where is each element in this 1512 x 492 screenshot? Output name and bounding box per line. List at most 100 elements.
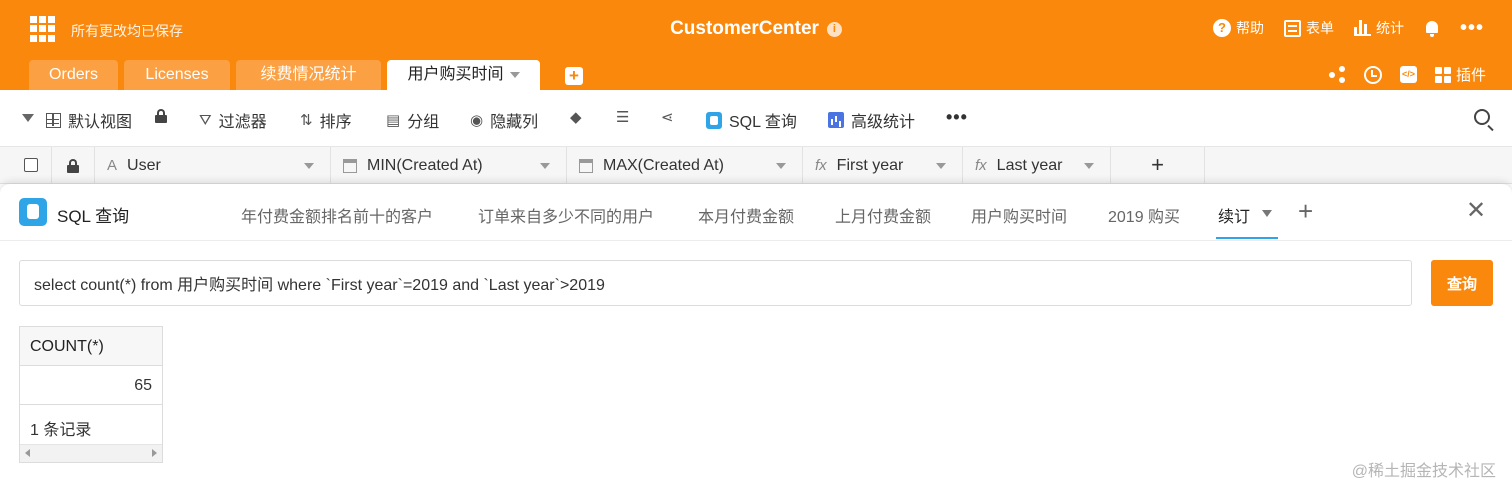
paint-bucket-icon: ◆ — [570, 109, 582, 126]
column-header-first-year[interactable]: fx First year — [803, 147, 963, 184]
tab-renewal-stats[interactable]: 续费情况统计 — [236, 60, 381, 90]
formula-icon: fx — [815, 157, 827, 174]
sql-icon — [19, 198, 47, 226]
advanced-stats-button[interactable]: 高级统计 — [828, 108, 915, 132]
more-icon: ••• — [1459, 17, 1484, 39]
form-button[interactable]: 表单 — [1283, 18, 1334, 38]
lock-cell — [52, 147, 95, 184]
row-height-button[interactable]: ☰ — [616, 108, 636, 126]
stats-label: 统计 — [1375, 20, 1404, 36]
chevron-down-icon[interactable] — [509, 71, 520, 78]
lock-icon[interactable] — [67, 158, 79, 173]
help-icon: ? — [1212, 19, 1231, 37]
search-icon[interactable] — [1474, 109, 1490, 125]
query-tab-distinct-users[interactable]: 订单来自多少不同的用户 — [478, 203, 654, 227]
query-tab-purchase-time[interactable]: 用户购买时间 — [971, 203, 1067, 227]
filter-button[interactable]: ⛛ 过滤器 — [199, 108, 267, 132]
more-menu-button[interactable]: ••• — [1459, 17, 1484, 39]
select-all-cell — [0, 147, 52, 184]
table-actions: </> 插件 — [1311, 64, 1486, 85]
sql-query-button[interactable]: SQL 查询 — [706, 108, 797, 132]
tab-label: 续费情况统计 — [260, 66, 357, 83]
column-label: MAX(Created At) — [603, 156, 724, 174]
share-icon — [1328, 66, 1346, 83]
tab-label: Licenses — [145, 66, 209, 83]
help-button[interactable]: ? 帮助 — [1212, 18, 1264, 38]
plugins-icon — [1434, 66, 1451, 83]
tab-purchase-time[interactable]: 用户购买时间 — [387, 60, 540, 90]
run-query-button[interactable]: 查询 — [1431, 260, 1493, 306]
lock-icon — [155, 109, 167, 123]
save-status: 所有更改均已保存 — [71, 23, 183, 39]
group-button[interactable]: ▤ 分组 — [386, 108, 439, 132]
grid-view-icon — [46, 112, 61, 128]
scroll-right-icon[interactable] — [152, 449, 157, 457]
hide-columns-label: 隐藏列 — [490, 114, 539, 131]
view-toolbar: 默认视图 ⛛ 过滤器 ⇅ 排序 ▤ 分组 ◉ 隐藏列 ◆ ☰ ⋖ SQL 查询 … — [0, 90, 1512, 147]
record-count: 1 条记录 — [30, 422, 92, 439]
query-tab-top10-customers[interactable]: 年付费金额排名前十的客户 — [241, 203, 433, 227]
column-label: Last year — [996, 156, 1063, 174]
header-actions: ? 帮助 表单 统计 ••• — [1193, 18, 1484, 38]
row-color-button[interactable]: ◆ — [570, 108, 589, 126]
group-label: 分组 — [407, 114, 440, 131]
view-dropdown-toggle[interactable] — [22, 114, 34, 122]
plugins-button[interactable]: 插件 — [1434, 64, 1486, 85]
sort-icon: ⇅ — [300, 112, 313, 129]
chevron-down-icon[interactable] — [1262, 210, 1272, 217]
advanced-stats-icon — [828, 112, 844, 128]
column-label: User — [127, 156, 161, 174]
sql-icon — [706, 111, 722, 129]
chevron-down-icon[interactable] — [776, 163, 786, 169]
column-header-max-created[interactable]: MAX(Created At) — [567, 147, 803, 184]
sql-panel-header: SQL 查询 年付费金额排名前十的客户 订单来自多少不同的用户 本月付费金额 上… — [0, 184, 1512, 241]
view-selector[interactable]: 默认视图 — [46, 108, 132, 132]
app-title[interactable]: CustomerCenter — [670, 18, 819, 40]
select-all-checkbox[interactable] — [24, 158, 38, 172]
chevron-down-icon[interactable] — [936, 163, 946, 169]
sort-button[interactable]: ⇅ 排序 — [300, 108, 352, 132]
eye-slash-icon: ◉ — [470, 112, 484, 129]
chevron-down-icon[interactable] — [540, 163, 550, 169]
watermark: @稀土掘金技术社区 — [1351, 463, 1496, 480]
share-icon: ⋖ — [661, 109, 674, 126]
filter-icon: ⛛ — [199, 111, 212, 129]
scroll-left-icon[interactable] — [25, 449, 30, 457]
query-tab-last-month[interactable]: 上月付费金额 — [835, 203, 931, 227]
form-label: 表单 — [1305, 20, 1334, 36]
sql-panel-title: SQL 查询 — [57, 207, 130, 226]
column-header-user[interactable]: A User — [95, 147, 331, 184]
code-button[interactable]: </> — [1399, 66, 1417, 83]
close-icon[interactable]: ✕ — [1466, 196, 1486, 226]
share-button[interactable] — [1328, 66, 1346, 83]
toolbar-more-button[interactable]: ••• — [946, 107, 968, 128]
text-type-icon: A — [107, 157, 118, 174]
query-tab-renewal[interactable]: 续订 — [1218, 203, 1250, 227]
lock-view-button[interactable] — [155, 109, 167, 123]
chevron-down-icon[interactable] — [1084, 163, 1094, 169]
apps-grid-icon[interactable] — [30, 16, 56, 42]
share-view-button[interactable]: ⋖ — [661, 108, 681, 126]
add-table-button[interactable]: + — [565, 67, 583, 85]
query-tab-2019-purchase[interactable]: 2019 购买 — [1108, 203, 1180, 227]
info-icon[interactable]: i — [826, 21, 842, 37]
tab-orders[interactable]: Orders — [29, 60, 118, 90]
hide-columns-button[interactable]: ◉ 隐藏列 — [470, 108, 538, 132]
add-column-button[interactable]: + — [1111, 147, 1205, 184]
add-query-button[interactable]: + — [1298, 196, 1313, 226]
column-header-last-year[interactable]: fx Last year — [963, 147, 1111, 184]
result-cell: 65 — [20, 366, 162, 405]
column-header-min-created[interactable]: MIN(Created At) — [331, 147, 567, 184]
help-label: 帮助 — [1235, 20, 1264, 36]
sql-query-input[interactable] — [19, 260, 1412, 306]
history-button[interactable] — [1363, 65, 1382, 84]
tab-licenses[interactable]: Licenses — [124, 60, 230, 90]
result-column-header: COUNT(*) — [20, 327, 162, 366]
stats-button[interactable]: 统计 — [1353, 18, 1404, 38]
plugins-label: 插件 — [1455, 67, 1486, 84]
query-tab-this-month[interactable]: 本月付费金额 — [698, 203, 794, 227]
chevron-down-icon[interactable] — [304, 163, 314, 169]
notifications-button[interactable] — [1424, 20, 1440, 37]
group-icon: ▤ — [386, 112, 401, 129]
horizontal-scrollbar[interactable] — [20, 444, 162, 462]
